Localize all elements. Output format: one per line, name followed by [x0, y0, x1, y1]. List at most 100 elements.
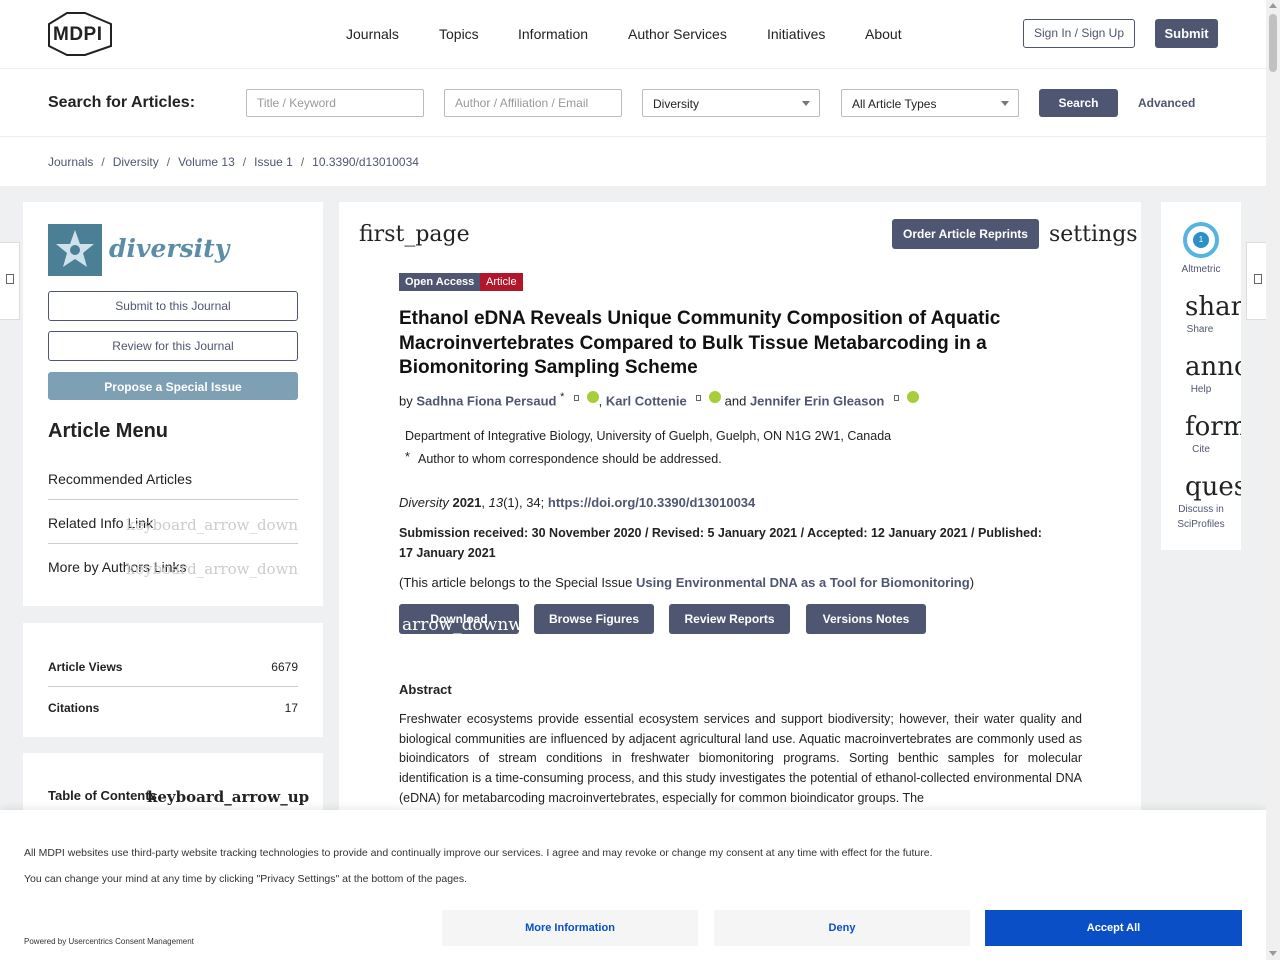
orcid-icon[interactable]: [586, 391, 599, 404]
breadcrumb-doi[interactable]: 10.3390/d13010034: [312, 155, 419, 169]
mdpi-logo[interactable]: MDPI: [47, 12, 113, 56]
question-answer-icon[interactable]: question_answer: [1185, 472, 1241, 502]
abstract-text: Freshwater ecosystems provide essential …: [399, 712, 1082, 805]
corresponding-note: Author to whom correspondence should be …: [418, 452, 722, 466]
share-icon[interactable]: share: [1185, 292, 1241, 322]
nav-initiatives[interactable]: Initiatives: [767, 26, 825, 42]
doi-link[interactable]: https://doi.org/10.3390/d13010034: [548, 495, 755, 510]
recommended-articles-link[interactable]: Recommended Articles: [48, 471, 298, 487]
drawer-icon: [1254, 274, 1262, 284]
browse-figures-button[interactable]: Browse Figures: [534, 604, 654, 634]
divider: [48, 499, 298, 500]
breadcrumb: Journals / Diversity / Volume 13/Issue 1/10.…: [48, 155, 419, 169]
orcid-icon[interactable]: [709, 391, 721, 404]
download-button[interactable]: Download arrow_downward: [399, 604, 552, 635]
submit-to-journal-button[interactable]: Submit to this Journal: [48, 291, 298, 321]
nav-about[interactable]: About: [865, 26, 902, 42]
author-link[interactable]: Sadhna Fiona Persaud: [416, 393, 556, 408]
journal-sidebar: diversity Submit to this Journal Review …: [23, 202, 323, 606]
keyboard-arrow-down-icon[interactable]: keyboard_arrow_down: [126, 516, 298, 534]
citations-row[interactable]: Citations 17: [48, 701, 298, 715]
accept-all-button[interactable]: Accept All: [985, 910, 1242, 946]
scroll-down-icon[interactable]: [1269, 951, 1277, 956]
review-reports-button[interactable]: Review Reports: [669, 604, 790, 634]
first-page-icon[interactable]: first_page: [359, 222, 470, 247]
author-list: by Sadhna Fiona Persaud * , Karl Cotteni…: [399, 391, 919, 408]
left-drawer-tab[interactable]: [0, 242, 20, 320]
email-icon[interactable]: [573, 395, 579, 402]
search-button[interactable]: Search: [1039, 89, 1118, 117]
page-scrollbar[interactable]: [1266, 0, 1280, 960]
table-of-contents-label[interactable]: Table of Contents: [48, 788, 157, 803]
journal-name[interactable]: diversity: [109, 234, 229, 263]
citations-label: Citations: [48, 701, 100, 715]
orcid-icon[interactable]: [906, 391, 919, 404]
email-icon[interactable]: [893, 395, 899, 402]
deny-button[interactable]: Deny: [714, 910, 970, 946]
more-information-button[interactable]: More Information: [442, 910, 698, 946]
email-icon[interactable]: [696, 395, 702, 402]
author-affiliation-input[interactable]: Author / Affiliation / Email: [444, 89, 622, 117]
journal-select-value: Diversity: [653, 97, 700, 111]
divider: [48, 543, 298, 544]
search-bar: Search for Articles: Title / Keyword Aut…: [0, 69, 1266, 137]
article-tools-panel: 1 Altmetric share Share announcement Hel…: [1161, 202, 1241, 550]
cite-label[interactable]: Cite: [1161, 442, 1241, 457]
breadcrumb-diversity[interactable]: Diversity: [113, 155, 159, 169]
discuss-sciprofiles-label[interactable]: Discuss in SciProfiles: [1163, 502, 1239, 532]
search-title: Search for Articles:: [48, 94, 196, 111]
breadcrumb-issue[interactable]: Issue 1: [254, 155, 293, 169]
nav-journals[interactable]: Journals: [346, 26, 399, 42]
and-label: and: [724, 393, 747, 409]
article-type-select-value: All Article Types: [852, 97, 937, 111]
title-keyword-input[interactable]: Title / Keyword: [246, 89, 424, 117]
announcement-icon[interactable]: announcement: [1185, 352, 1241, 382]
nav-information[interactable]: Information: [518, 26, 588, 42]
help-label[interactable]: Help: [1161, 382, 1241, 397]
diversity-star-icon: [56, 230, 94, 267]
submit-button[interactable]: Submit: [1155, 19, 1218, 48]
special-issue-note: (This article belongs to the Special Iss…: [399, 575, 974, 590]
author-link[interactable]: Jennifer Erin Gleason: [750, 393, 884, 408]
altmetric-label[interactable]: Altmetric: [1161, 262, 1241, 277]
versions-notes-button[interactable]: Versions Notes: [806, 604, 926, 634]
scrollbar-thumb[interactable]: [1269, 14, 1277, 72]
consent-text: All MDPI websites use third-party websit…: [24, 847, 933, 859]
sign-in-button[interactable]: Sign In / Sign Up: [1023, 19, 1135, 48]
share-label[interactable]: Share: [1161, 322, 1240, 337]
journal-select[interactable]: Diversity: [642, 89, 820, 117]
special-issue-link[interactable]: Using Environmental DNA as a Tool for Bi…: [636, 575, 970, 590]
breadcrumb-journals[interactable]: Journals: [48, 155, 93, 169]
order-reprints-button[interactable]: Order Article Reprints: [892, 219, 1039, 249]
powered-by-label[interactable]: Powered by Usercentrics Consent Manageme…: [24, 937, 194, 946]
format-quote-icon[interactable]: format_quote: [1185, 412, 1241, 442]
article-type-select[interactable]: All Article Types: [841, 89, 1019, 117]
scroll-up-icon[interactable]: [1269, 3, 1277, 8]
corresponding-mark: *: [405, 450, 410, 464]
abstract-title: Abstract: [399, 682, 452, 697]
breadcrumb-volume[interactable]: Volume 13: [178, 155, 235, 169]
article-views-value: 6679: [271, 660, 298, 674]
citation-year: 2021: [452, 495, 482, 510]
breadcrumb-bar: Journals / Diversity / Volume 13/Issue 1/10.…: [0, 137, 1266, 186]
propose-special-issue-button[interactable]: Propose a Special Issue: [48, 372, 298, 400]
article-views-row: Article Views 6679: [48, 660, 298, 674]
article-stats-panel: Article Views 6679 Citations 17: [23, 623, 323, 737]
author-link[interactable]: Karl Cottenie: [606, 393, 687, 408]
altmetric-badge[interactable]: 1: [1183, 222, 1219, 258]
review-for-journal-button[interactable]: Review for this Journal: [48, 331, 298, 361]
nav-author-services[interactable]: Author Services: [628, 26, 727, 42]
keyboard-arrow-up-icon[interactable]: keyboard_arrow_up: [147, 788, 309, 806]
keyboard-arrow-down-icon[interactable]: keyboard_arrow_down: [126, 560, 298, 578]
advanced-search-link[interactable]: Advanced: [1138, 96, 1195, 110]
right-drawer-tab[interactable]: [1246, 242, 1266, 320]
settings-icon[interactable]: settings: [1049, 222, 1138, 247]
divider: [48, 686, 298, 687]
article-title: Ethanol eDNA Reveals Unique Community Co…: [399, 308, 1001, 378]
nav-topics[interactable]: Topics: [439, 26, 479, 42]
article-main: first_page Order Article Reprints settin…: [339, 202, 1141, 822]
diversity-journal-logo[interactable]: [48, 224, 102, 276]
table-of-contents-panel: Table of Contents keyboard_arrow_up: [23, 753, 323, 813]
chevron-down-icon: [1001, 101, 1009, 106]
altmetric-score: 1: [1193, 232, 1209, 248]
